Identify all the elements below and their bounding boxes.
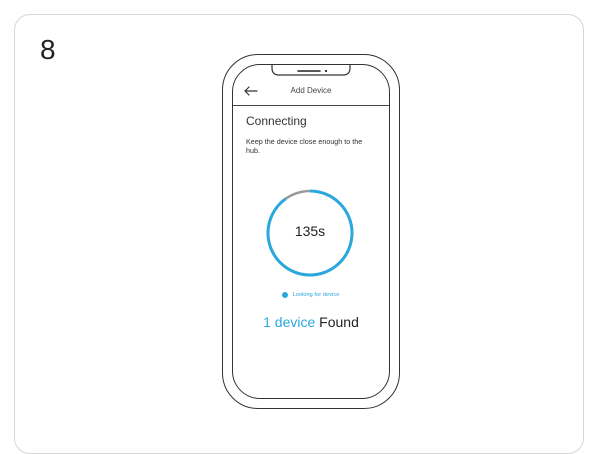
status-text: Looking for device	[292, 292, 340, 298]
status-dot-icon	[282, 292, 289, 298]
countdown-timer: 135s	[294, 223, 326, 239]
found-label: Found	[319, 314, 359, 330]
phone-notch	[271, 64, 351, 76]
nav-divider	[233, 105, 389, 106]
instruction-text: Keep the device close enough to the hub.	[246, 137, 363, 155]
connecting-heading: Connecting	[246, 114, 307, 128]
nav-title: Add Device	[290, 86, 332, 95]
status-row: Looking for device	[232, 292, 390, 298]
found-summary: 1 device Found	[232, 314, 390, 330]
found-count: 1 device	[263, 314, 316, 330]
step-number: 8	[40, 34, 56, 65]
